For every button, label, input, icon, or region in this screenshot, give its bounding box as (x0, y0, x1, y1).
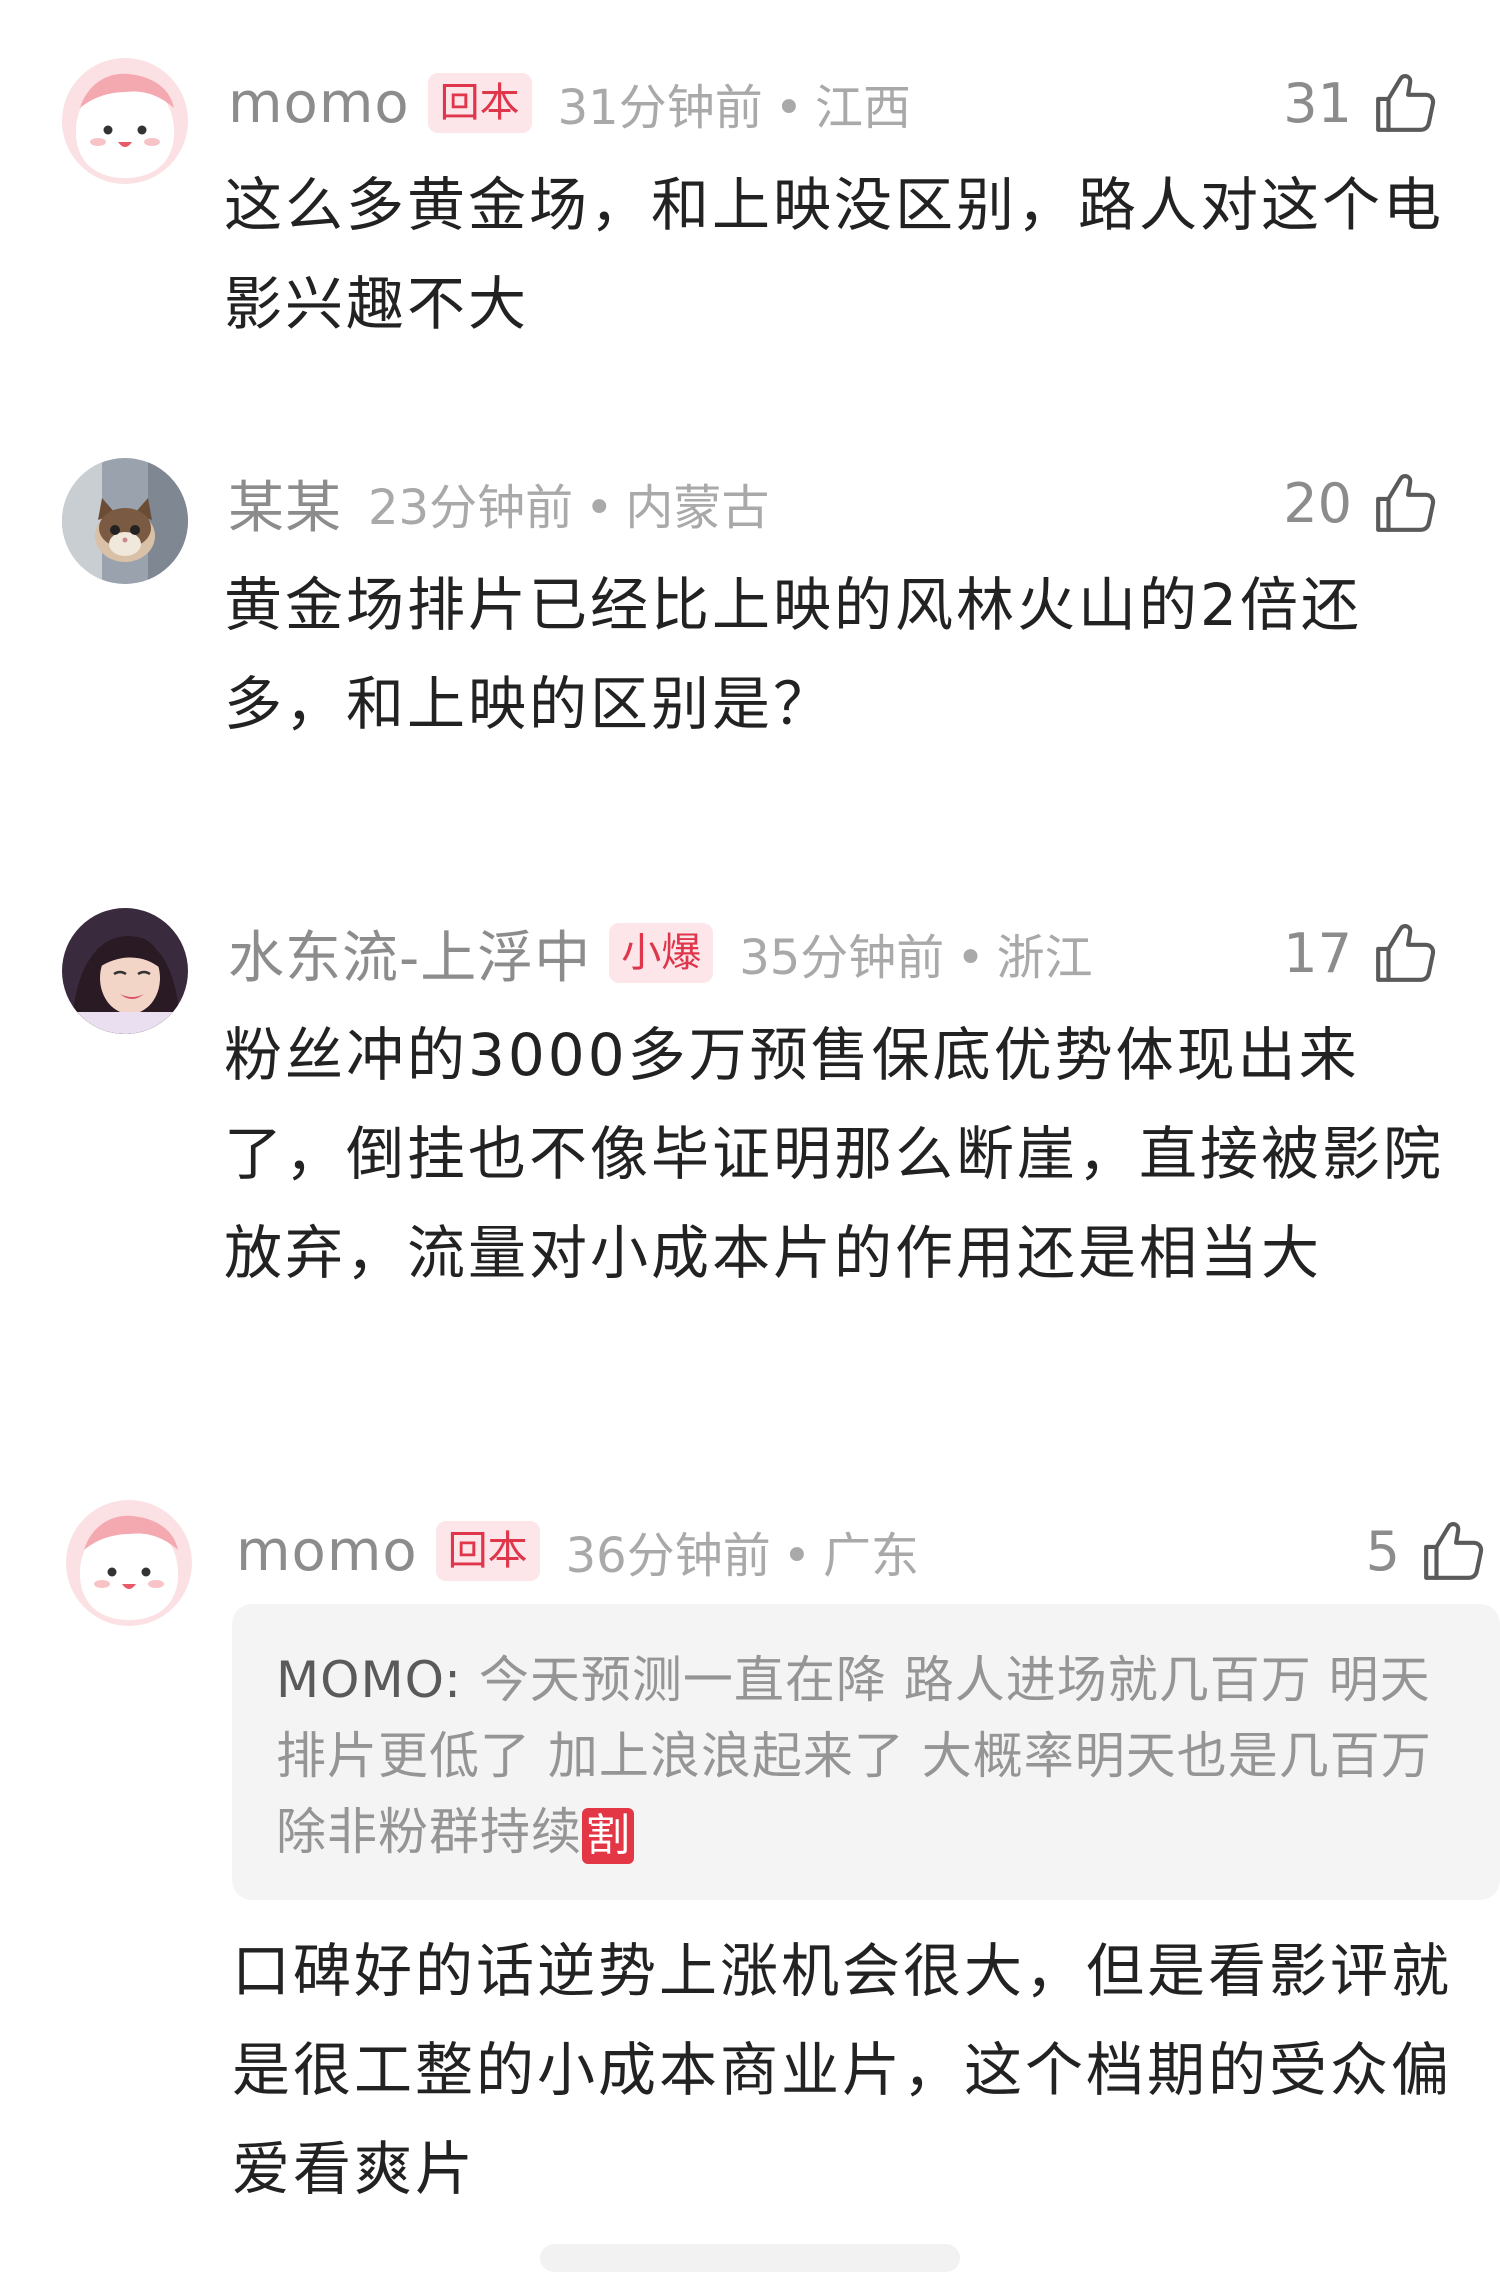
meta-separator: • (774, 80, 804, 136)
comment-time: 35分钟前 (739, 930, 945, 986)
username[interactable]: momo (236, 1519, 418, 1584)
avatar[interactable] (62, 908, 188, 1034)
comment-location: 广东 (823, 1528, 920, 1584)
like-button[interactable]: 20 (1283, 458, 1438, 548)
comment-text: 粉丝冲的3000多万预售保底优势体现出来了，倒挂也不像毕证明那么断崖，直接被影院… (224, 1021, 1445, 1287)
comment-header: 某某 23分钟前 • 内蒙古 (228, 458, 769, 548)
kitten-avatar-icon (62, 458, 188, 584)
username[interactable]: 某某 (228, 463, 342, 544)
thumbs-up-icon (1376, 74, 1436, 132)
woman-portrait-avatar-icon (62, 908, 188, 1034)
comment-text: 这么多黄金场，和上映没区别，路人对这个电影兴趣不大 (224, 171, 1445, 338)
comment-meta: 31分钟前 • 江西 (558, 68, 911, 138)
avatar[interactable] (66, 1500, 192, 1626)
comment-meta: 35分钟前 • 浙江 (739, 918, 1092, 988)
comment-header: 水东流-上浮中 小爆 35分钟前 • 浙江 (228, 908, 1093, 998)
user-badge: 回本 (427, 73, 532, 133)
comment-location: 江西 (815, 80, 912, 136)
meta-separator: • (956, 930, 985, 986)
comment-location: 浙江 (996, 930, 1093, 986)
quoted-reply[interactable]: MOMO: 今天预测一直在降 路人进场就几百万 明天排片更低了 加上浪浪起来了 … (232, 1604, 1500, 1900)
comment-header: momo 回本 31分钟前 • 江西 (228, 58, 911, 148)
like-count: 31 (1283, 71, 1352, 135)
comment-meta: 23分钟前 • 内蒙古 (368, 468, 769, 538)
thumbs-up-icon (1376, 924, 1436, 982)
pink-blob-avatar-icon (66, 1500, 192, 1626)
comment-time: 31分钟前 (557, 80, 763, 136)
avatar[interactable] (62, 458, 188, 584)
watermark-bar (540, 2244, 960, 2272)
avatar[interactable] (62, 58, 188, 184)
comment-text: 口碑好的话逆势上涨机会很大，但是看影评就是很工整的小成本商业片，这个档期的受众偏… (232, 1937, 1453, 2203)
like-button[interactable]: 31 (1283, 58, 1438, 148)
username[interactable]: 水东流-上浮中 (228, 913, 591, 994)
comment-header: momo 回本 36分钟前 • 广东 (236, 1506, 919, 1596)
like-button[interactable]: 17 (1283, 908, 1438, 998)
user-badge: 回本 (435, 1521, 540, 1581)
like-count: 17 (1283, 921, 1352, 985)
user-badge: 小爆 (609, 923, 714, 983)
like-count: 5 (1365, 1519, 1400, 1583)
like-count: 20 (1283, 471, 1352, 535)
cut-tag: 割 (582, 1807, 634, 1864)
meta-separator: • (782, 1528, 812, 1584)
quote-author[interactable]: MOMO: (276, 1651, 462, 1709)
comment-time: 23分钟前 (368, 480, 574, 536)
username[interactable]: momo (228, 71, 410, 136)
pink-blob-avatar-icon (62, 58, 188, 184)
comment-location: 内蒙古 (625, 480, 770, 536)
thumbs-up-icon (1424, 1522, 1484, 1580)
thumbs-up-icon (1376, 474, 1436, 532)
comment-time: 36分钟前 (565, 1528, 771, 1584)
like-button[interactable]: 5 (1366, 1506, 1486, 1596)
meta-separator: • (585, 480, 614, 536)
comment-meta: 36分钟前 • 广东 (566, 1516, 919, 1586)
comment-text: 黄金场排片已经比上映的风林火山的2倍还多，和上映的区别是？ (224, 571, 1362, 738)
